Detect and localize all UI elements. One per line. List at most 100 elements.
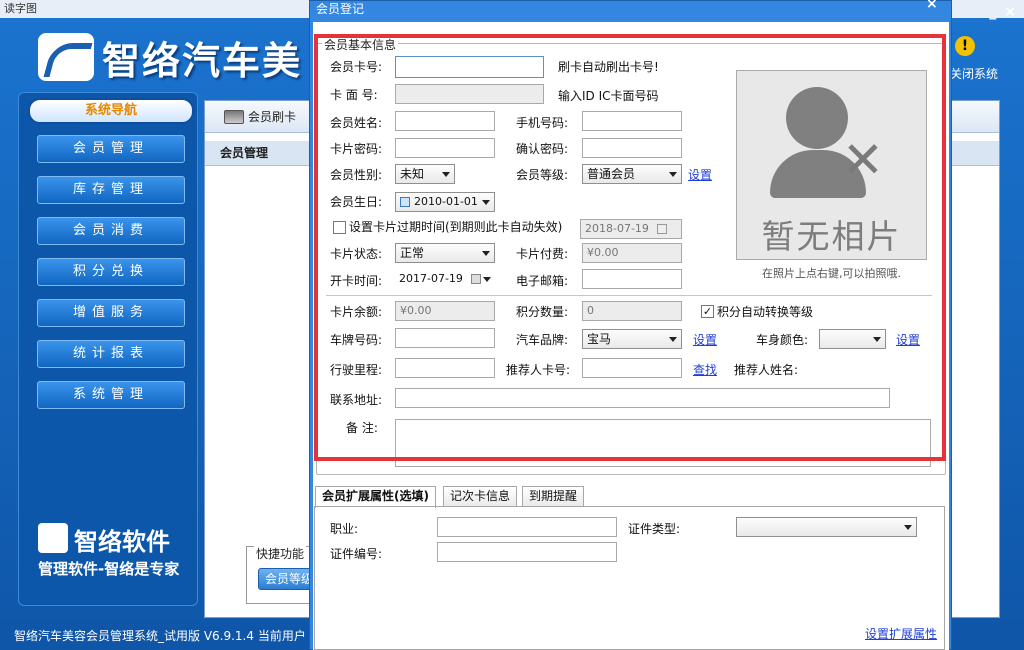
chevron-down-icon — [873, 337, 881, 342]
referrer-name-label: 推荐人姓名: — [734, 363, 799, 377]
note-label: 备 注: — [346, 421, 378, 435]
exit-system-label[interactable]: 关闭系统 — [950, 65, 1000, 82]
birthday-label: 会员生日: — [330, 195, 383, 209]
card-no-label: 会员卡号: — [330, 60, 383, 74]
email-input[interactable] — [582, 269, 682, 289]
auto-level-checkbox[interactable]: ✓ — [701, 305, 714, 318]
mileage-label: 行驶里程: — [330, 363, 383, 377]
referrer-search-link[interactable]: 查找 — [693, 362, 717, 378]
email-label: 电子邮箱: — [516, 274, 569, 288]
expire-checkbox[interactable] — [333, 221, 346, 234]
mileage-input[interactable] — [395, 358, 495, 378]
divider — [326, 295, 932, 296]
sidebar-item-points[interactable]: 积分兑换 — [37, 258, 185, 286]
balance-input[interactable]: ¥0.00 — [395, 301, 495, 321]
confirm-password-input[interactable] — [582, 138, 682, 158]
calendar-icon — [400, 197, 410, 207]
calendar-icon — [657, 224, 667, 234]
job-label: 职业: — [330, 522, 359, 536]
gender-select[interactable]: 未知 — [395, 164, 455, 184]
phone-input[interactable] — [582, 111, 682, 131]
expire-checkbox-label: 设置卡片过期时间(到期则此卡自动失效) — [349, 220, 563, 234]
card-no-input[interactable] — [395, 56, 544, 78]
sidebar-item-consume[interactable]: 会员消费 — [37, 217, 185, 245]
chevron-down-icon — [482, 251, 490, 256]
app-title: 智络汽车美 — [102, 38, 303, 83]
birthday-picker[interactable]: 2010-01-01 — [395, 192, 495, 212]
birthday-value: 2010-01-01 — [414, 195, 478, 208]
points-input[interactable]: 0 — [582, 301, 682, 321]
car-brand-select[interactable]: 宝马 — [582, 329, 682, 349]
card-status-label: 卡片状态: — [330, 247, 383, 261]
car-color-select[interactable] — [819, 329, 886, 349]
sidebar-header: 系统导航 — [28, 98, 194, 124]
car-color-label: 车身颜色: — [756, 333, 809, 347]
dialog-title: 会员登记 — [316, 2, 365, 16]
id-type-select[interactable] — [736, 517, 917, 537]
chevron-down-icon — [669, 172, 677, 177]
chevron-down-icon — [483, 277, 491, 282]
referrer-card-input[interactable] — [582, 358, 682, 378]
level-value: 普通会员 — [587, 167, 636, 181]
avatar-placeholder-icon — [786, 87, 848, 149]
address-label: 联系地址: — [330, 393, 383, 407]
card-status-value: 正常 — [400, 246, 425, 260]
brand-slogan: 管理软件-智络是专家 — [38, 560, 180, 578]
sidebar-item-inventory[interactable]: 库存管理 — [37, 176, 185, 204]
no-photo-x-icon: ✕ — [842, 131, 884, 189]
photo-hint: 在照片上点右键,可以拍照哦. — [762, 267, 901, 280]
note-textarea[interactable] — [395, 419, 931, 467]
password-label: 卡片密码: — [330, 142, 383, 156]
sidebar-item-system[interactable]: 系统管理 — [37, 381, 185, 409]
window-controls: _ × — [949, 0, 1024, 28]
sidebar-item-value-added[interactable]: 增值服务 — [37, 299, 185, 327]
card-face-label: 卡 面 号: — [330, 88, 378, 102]
car-brand-setting-link[interactable]: 设置 — [693, 332, 717, 348]
referrer-card-label: 推荐人卡号: — [506, 363, 571, 377]
job-input[interactable] — [437, 517, 617, 537]
id-number-input[interactable] — [437, 542, 617, 562]
name-input[interactable] — [395, 111, 495, 131]
balance-label: 卡片余额: — [330, 305, 383, 319]
level-label: 会员等级: — [516, 168, 569, 182]
chevron-down-icon — [904, 525, 912, 530]
open-date-label: 开卡时间: — [330, 274, 383, 288]
open-date-picker[interactable]: 2017-07-19 — [395, 270, 495, 290]
plate-label: 车牌号码: — [330, 333, 383, 347]
card-fee-input[interactable]: ¥0.00 — [582, 243, 682, 263]
tab-expiry-reminder[interactable]: 到期提醒 — [522, 486, 585, 507]
name-label: 会员姓名: — [330, 116, 383, 130]
level-select[interactable]: 普通会员 — [582, 164, 682, 184]
tab-member-card[interactable]: 会员刷卡 — [222, 106, 296, 128]
car-color-setting-link[interactable]: 设置 — [896, 332, 920, 348]
dialog-close-icon[interactable]: × — [926, 0, 938, 12]
id-type-label: 证件类型: — [628, 522, 681, 536]
phone-label: 手机号码: — [516, 116, 569, 130]
car-brand-value: 宝马 — [587, 332, 612, 346]
car-brand-label: 汽车品牌: — [516, 333, 569, 347]
open-date-value: 2017-07-19 — [399, 272, 463, 285]
brand-logo-icon — [38, 523, 68, 553]
tab-extended-attributes[interactable]: 会员扩展属性(选填) — [315, 486, 436, 508]
card-face-input[interactable] — [395, 84, 544, 104]
warning-icon[interactable]: ! — [955, 36, 975, 56]
tab-count-card[interactable]: 记次卡信息 — [443, 486, 518, 507]
basic-info-title: 会员基本信息 — [322, 36, 399, 53]
card-fee-label: 卡片付费: — [516, 247, 569, 261]
level-setting-link[interactable]: 设置 — [688, 167, 712, 183]
minimize-button[interactable]: _ — [989, 4, 996, 24]
card-status-select[interactable]: 正常 — [395, 243, 495, 263]
extended-attributes-setting-link[interactable]: 设置扩展属性 — [865, 626, 937, 642]
plate-input[interactable] — [395, 328, 495, 348]
password-input[interactable] — [395, 138, 495, 158]
expire-date-picker[interactable]: 2018-07-19 — [580, 219, 682, 239]
sidebar-item-reports[interactable]: 统计报表 — [37, 340, 185, 368]
address-input[interactable] — [395, 388, 890, 408]
sidebar-item-member[interactable]: 会员管理 — [37, 135, 185, 163]
calendar-icon — [471, 274, 481, 284]
card-face-hint: 输入ID IC卡面号码 — [558, 89, 659, 103]
gender-label: 会员性别: — [330, 168, 383, 182]
close-button[interactable]: × — [1004, 4, 1016, 24]
no-photo-text: 暂无相片 — [761, 217, 902, 256]
confirm-password-label: 确认密码: — [516, 142, 569, 156]
